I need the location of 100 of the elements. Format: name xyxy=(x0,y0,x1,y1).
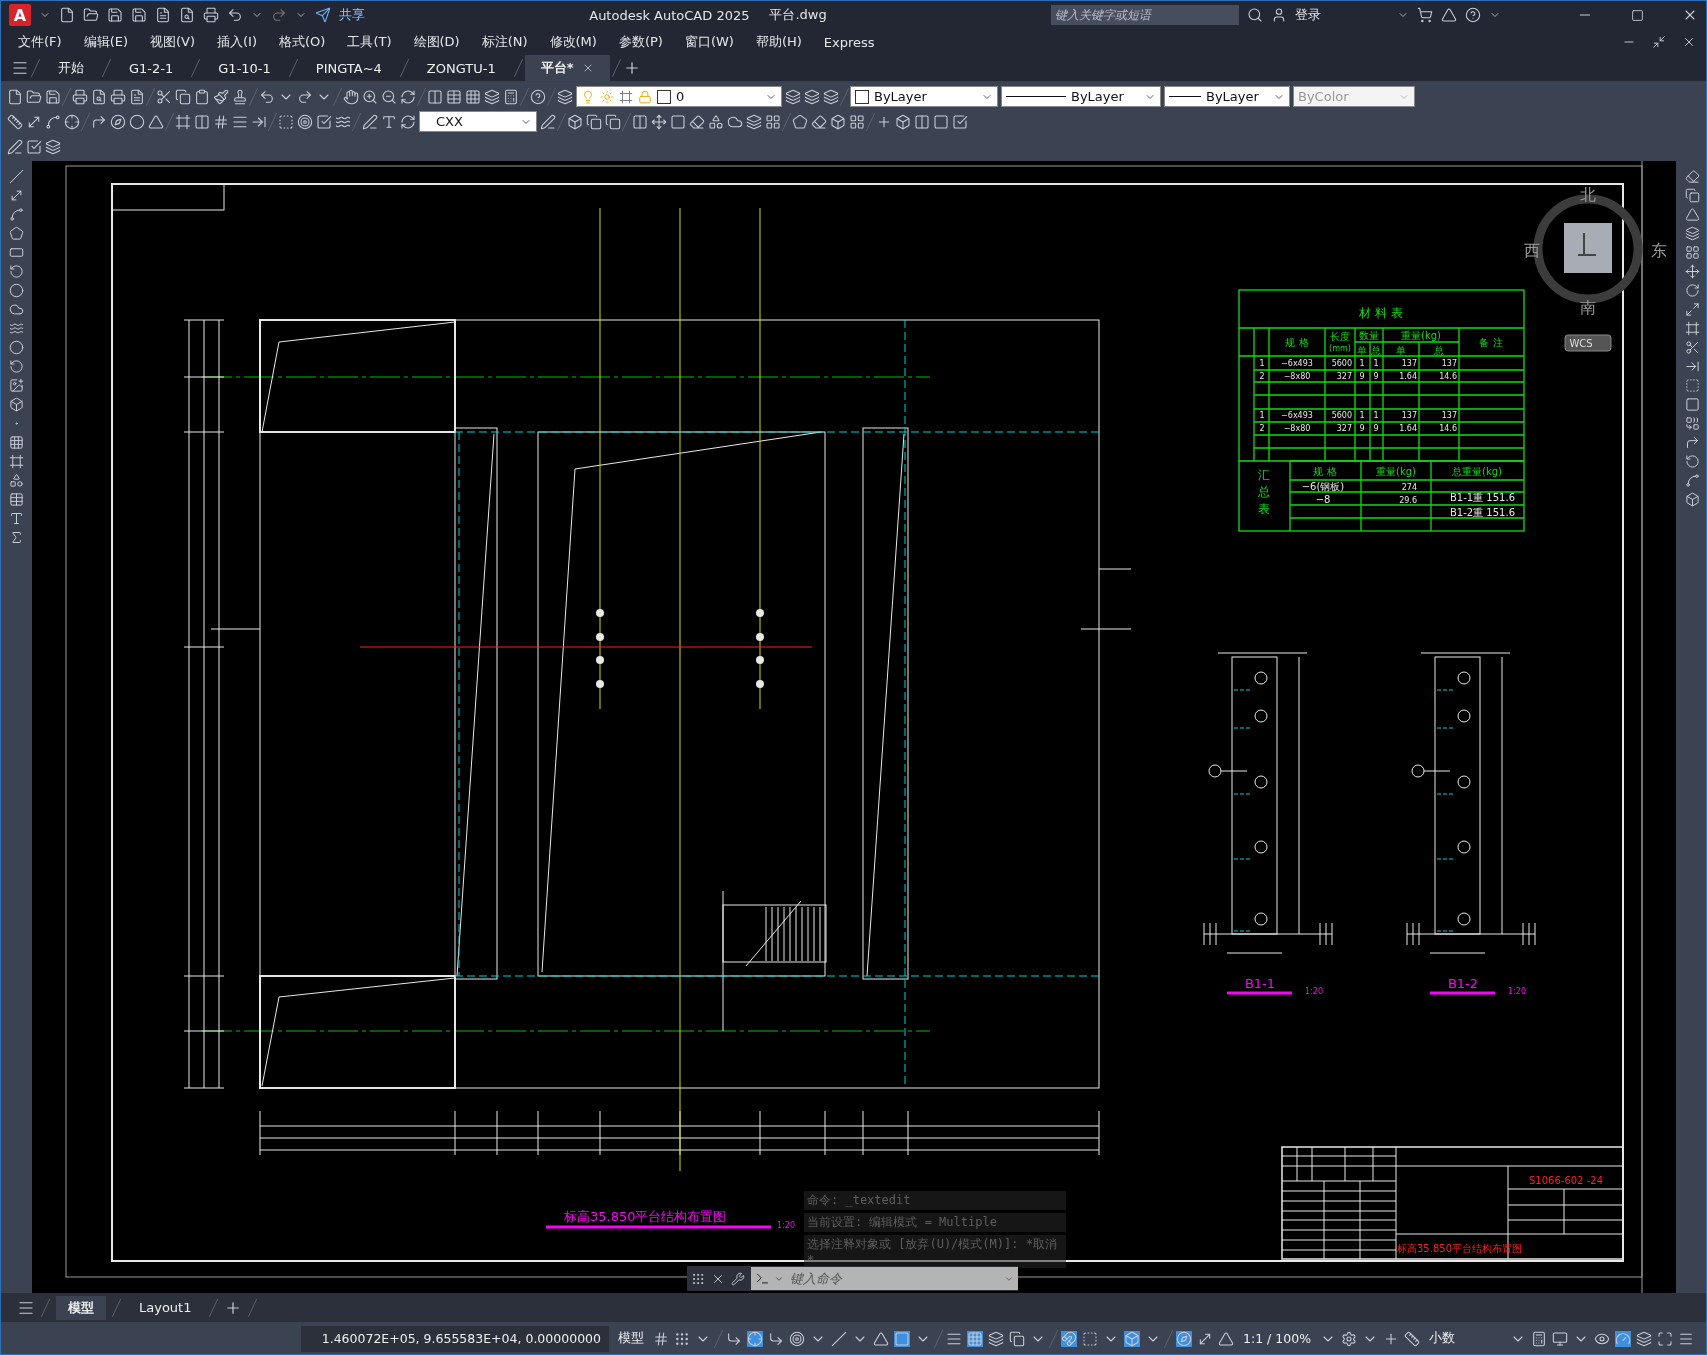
cart-icon[interactable] xyxy=(1417,7,1433,23)
brush-icon[interactable] xyxy=(213,88,229,105)
terminal-icon[interactable] xyxy=(755,1271,770,1286)
text-style-dropdown[interactable]: CXX xyxy=(419,111,537,132)
file-tab[interactable]: 开始 xyxy=(42,55,100,81)
layers-icon[interactable] xyxy=(823,88,839,105)
pen-icon[interactable] xyxy=(540,113,556,130)
circle-icon[interactable] xyxy=(129,113,145,130)
zoom-in-icon[interactable] xyxy=(362,88,378,105)
cut-icon[interactable] xyxy=(156,88,172,105)
document-icon[interactable] xyxy=(129,88,145,105)
grid-icon[interactable] xyxy=(849,113,865,130)
text-icon[interactable] xyxy=(9,511,24,526)
wcs-button[interactable]: WCS xyxy=(1564,334,1612,352)
stamp-icon[interactable] xyxy=(232,88,248,105)
layout-tab[interactable]: 模型 xyxy=(56,1295,106,1320)
share-icon[interactable] xyxy=(315,7,331,23)
eraser-icon[interactable] xyxy=(1684,169,1700,184)
property-dropdown[interactable]: ByLayer xyxy=(1164,86,1290,107)
menu-icon[interactable] xyxy=(11,59,29,77)
circle-icon[interactable] xyxy=(9,283,24,298)
share-button[interactable]: 共享 xyxy=(339,6,365,24)
redo-icon[interactable] xyxy=(297,88,313,105)
undo-icon[interactable] xyxy=(227,7,243,23)
file-tab[interactable]: PINGTA~4 xyxy=(299,55,398,81)
move-icon[interactable] xyxy=(1684,264,1700,279)
ruler-icon[interactable] xyxy=(7,113,23,130)
menu-item[interactable]: 修改(M) xyxy=(538,30,608,54)
curve-icon[interactable] xyxy=(9,207,24,222)
cube-icon[interactable] xyxy=(895,113,911,130)
help-icon[interactable] xyxy=(530,88,546,105)
corner-arrow-icon[interactable] xyxy=(768,1330,784,1347)
text-icon[interactable] xyxy=(381,113,397,130)
menu-item[interactable]: 参数(P) xyxy=(607,30,674,54)
line-icon[interactable] xyxy=(9,169,24,184)
shapes-icon[interactable] xyxy=(708,113,724,130)
rotate-icon[interactable] xyxy=(1684,283,1700,298)
arc-icon[interactable] xyxy=(9,264,24,279)
dots-icon[interactable] xyxy=(674,1330,690,1347)
cube-icon[interactable] xyxy=(9,397,24,412)
file-tab[interactable]: G1-2-1 xyxy=(113,55,190,81)
hatch-grid-icon[interactable] xyxy=(9,435,24,450)
menu-item[interactable]: 标注(N) xyxy=(470,30,539,54)
arrow-to-line-icon[interactable] xyxy=(1684,359,1700,374)
arc-icon[interactable] xyxy=(9,359,24,374)
copy-icon[interactable] xyxy=(1684,188,1700,203)
wrench-icon[interactable] xyxy=(731,1271,745,1286)
document-icon[interactable] xyxy=(155,7,171,23)
line-icon[interactable] xyxy=(831,1330,847,1347)
menu-item[interactable]: 插入(I) xyxy=(206,30,268,54)
cloud-icon[interactable] xyxy=(9,302,24,317)
file-search-icon[interactable] xyxy=(179,7,195,23)
checked-square-icon[interactable] xyxy=(26,138,42,155)
layer-dropdown[interactable]: 0 xyxy=(576,86,782,107)
combine-icon[interactable] xyxy=(1684,416,1700,431)
menu-item[interactable]: 工具(T) xyxy=(336,30,403,54)
printer-icon[interactable] xyxy=(72,88,88,105)
circle-icon[interactable] xyxy=(9,340,24,355)
frame-icon[interactable] xyxy=(175,113,191,130)
cube-icon[interactable] xyxy=(1124,1330,1140,1347)
sigma-icon[interactable] xyxy=(9,530,24,545)
printer-icon[interactable] xyxy=(203,7,219,23)
fullscreen-icon[interactable] xyxy=(1657,1330,1673,1347)
menu-item[interactable]: 视图(V) xyxy=(139,30,207,54)
folder-icon[interactable] xyxy=(83,7,99,23)
checked-square-icon[interactable] xyxy=(952,113,968,130)
user-icon[interactable] xyxy=(1271,7,1287,23)
undo-icon[interactable] xyxy=(259,88,275,105)
stacked-squares-icon[interactable] xyxy=(605,113,621,130)
pen-icon[interactable] xyxy=(7,138,23,155)
printer-icon[interactable] xyxy=(110,88,126,105)
app-logo[interactable]: A xyxy=(9,4,31,26)
dashed-square-icon[interactable] xyxy=(1082,1330,1098,1347)
menu-item[interactable]: 编辑(E) xyxy=(72,30,139,54)
menu-item[interactable]: 格式(O) xyxy=(268,30,337,54)
pentagon-icon[interactable] xyxy=(9,226,24,241)
stacked-squares-icon[interactable] xyxy=(586,113,602,130)
triangle-icon[interactable] xyxy=(873,1330,889,1347)
corner-arrow-icon[interactable] xyxy=(726,1330,742,1347)
target-icon[interactable] xyxy=(789,1330,805,1347)
layers-icon[interactable] xyxy=(785,88,801,105)
help-icon[interactable] xyxy=(1465,7,1481,23)
cut-icon[interactable] xyxy=(1684,340,1700,355)
diagonal-arrow-icon[interactable] xyxy=(9,188,24,203)
sign-in-button[interactable]: 登录 xyxy=(1295,6,1321,24)
close-icon[interactable] xyxy=(1682,35,1696,49)
square-icon[interactable] xyxy=(1684,397,1700,412)
table-icon[interactable] xyxy=(446,88,462,105)
layers-icon[interactable] xyxy=(804,88,820,105)
save-icon[interactable] xyxy=(107,7,123,23)
triangle-icon[interactable] xyxy=(148,113,164,130)
triangle-icon[interactable] xyxy=(1218,1330,1234,1347)
layers-icon[interactable] xyxy=(988,1330,1004,1347)
compass-icon[interactable] xyxy=(1176,1330,1192,1347)
refresh-icon[interactable] xyxy=(400,113,416,130)
magnet-icon[interactable] xyxy=(1061,1330,1077,1347)
arc-icon[interactable] xyxy=(1684,454,1700,469)
property-dropdown[interactable]: ByLayer xyxy=(850,86,998,107)
menu-item[interactable]: Express xyxy=(812,30,886,54)
paste-icon[interactable] xyxy=(194,88,210,105)
